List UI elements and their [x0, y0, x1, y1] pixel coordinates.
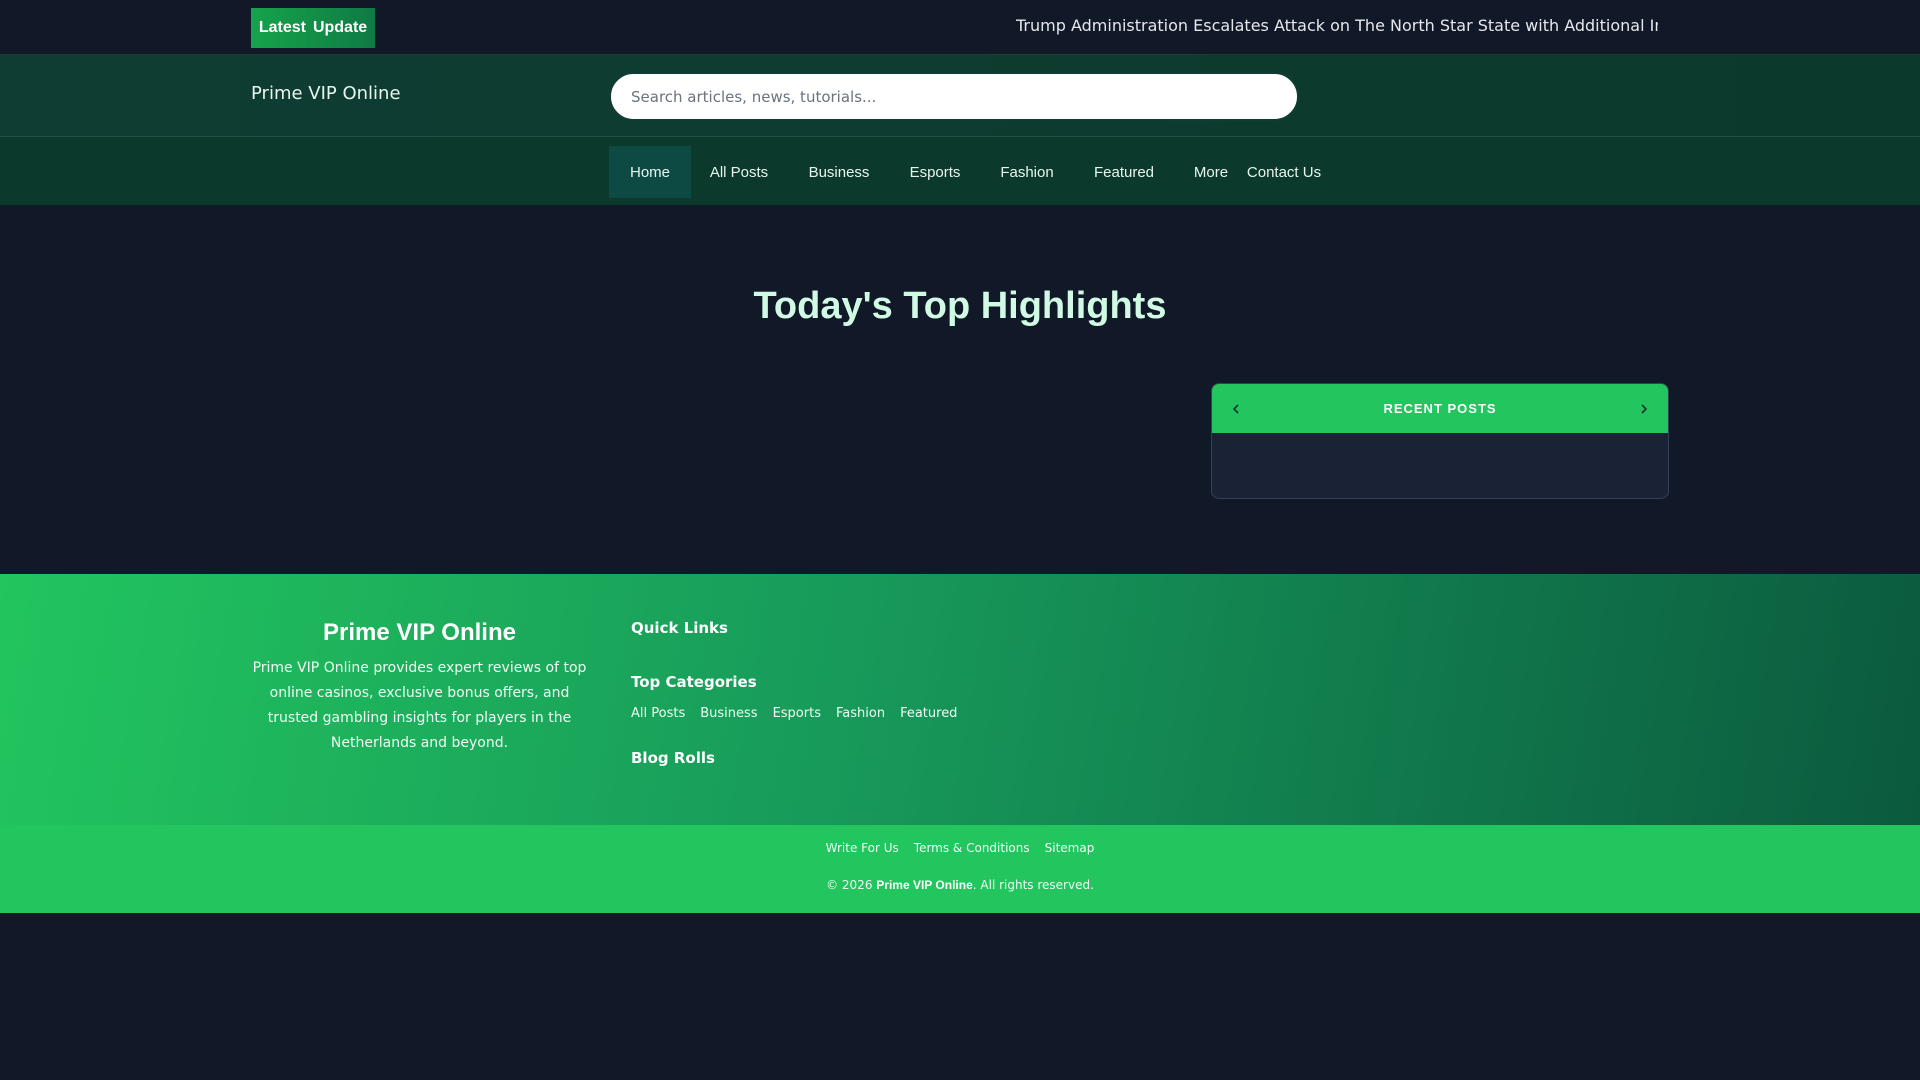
search-box[interactable] — [609, 72, 1299, 121]
nav-label: Business — [808, 163, 870, 181]
nav-item-home[interactable]: Home — [609, 146, 691, 198]
nav-item-all-posts[interactable]: All Posts — [698, 146, 780, 198]
main-nav: Home All Posts Business Esports Fashion … — [0, 137, 1920, 205]
quick-links-title: Quick Links — [631, 619, 728, 637]
site-brand[interactable]: Prime VIP Online — [251, 83, 401, 104]
news-ticker[interactable]: Trump Administration Escalates Attack on… — [1016, 14, 1658, 38]
recent-posts-widget: RECENT POSTS — [1211, 383, 1669, 499]
nav-label: Contact Us — [1246, 163, 1322, 181]
search-input[interactable] — [631, 87, 1271, 106]
recent-posts-header: RECENT POSTS — [1212, 384, 1668, 433]
chevron-left-icon[interactable] — [1233, 384, 1239, 433]
nav-item-fashion[interactable]: Fashion — [986, 146, 1068, 198]
nav-label: Fashion — [1000, 163, 1054, 181]
copyright-text: © 2026 Prime VIP Online. All rights rese… — [0, 878, 1920, 892]
latest-badge-word2: Update — [312, 19, 368, 36]
footer-category-link[interactable]: Business — [700, 706, 757, 721]
recent-posts-title: RECENT POSTS — [1383, 401, 1497, 416]
page-headline: Today's Top Highlights — [753, 285, 1167, 327]
nav-label: Featured — [1093, 163, 1155, 181]
nav-label: Home — [629, 163, 670, 181]
terms-link[interactable]: Terms & Conditions — [914, 841, 1030, 855]
nav-item-business[interactable]: Business — [798, 146, 880, 198]
latest-update-badge: Latest Update — [251, 8, 375, 48]
footer-description: Prime VIP Online provides expert reviews… — [252, 660, 587, 751]
sitemap-link[interactable]: Sitemap — [1045, 841, 1095, 855]
footer-bottom-bar: Write For Us Terms & Conditions Sitemap … — [0, 825, 1920, 913]
footer-category-link[interactable]: Featured — [900, 706, 957, 721]
nav-item-esports[interactable]: Esports — [894, 146, 976, 198]
footer-category-link[interactable]: All Posts — [631, 706, 685, 721]
footer-categories: All Posts Business Esports Fashion Featu… — [631, 706, 957, 721]
top-ticker-bar: Latest Update Trump Administration Escal… — [0, 0, 1920, 55]
blog-rolls-title: Blog Rolls — [631, 749, 715, 767]
footer-bottom-links: Write For Us Terms & Conditions Sitemap — [0, 841, 1920, 855]
footer-category-link[interactable]: Esports — [773, 706, 821, 721]
nav-label: More — [1193, 163, 1229, 181]
copyright-suffix: . All rights reserved. — [972, 878, 1094, 892]
top-categories-title: Top Categories — [631, 673, 757, 691]
chevron-right-icon[interactable] — [1641, 384, 1647, 433]
write-for-us-link[interactable]: Write For Us — [826, 841, 899, 855]
nav-item-featured[interactable]: Featured — [1083, 146, 1165, 198]
latest-badge-word1: Latest — [258, 19, 306, 36]
nav-label: All Posts — [709, 163, 769, 181]
nav-item-contact-us[interactable]: Contact Us — [1241, 146, 1327, 198]
ticker-headline[interactable]: Trump Administration Escalates Attack on… — [1016, 16, 1658, 35]
footer-category-link[interactable]: Fashion — [836, 706, 885, 721]
site-header: Prime VIP Online — [0, 55, 1920, 137]
nav-label: Esports — [909, 163, 961, 181]
nav-item-more[interactable]: More — [1177, 146, 1245, 198]
copyright-brand: Prime VIP Online — [876, 878, 973, 892]
footer-brand[interactable]: Prime VIP Online — [251, 619, 588, 647]
site-footer: Prime VIP Online Prime VIP Online provid… — [0, 574, 1920, 825]
copyright-prefix: © 2026 — [826, 878, 873, 892]
